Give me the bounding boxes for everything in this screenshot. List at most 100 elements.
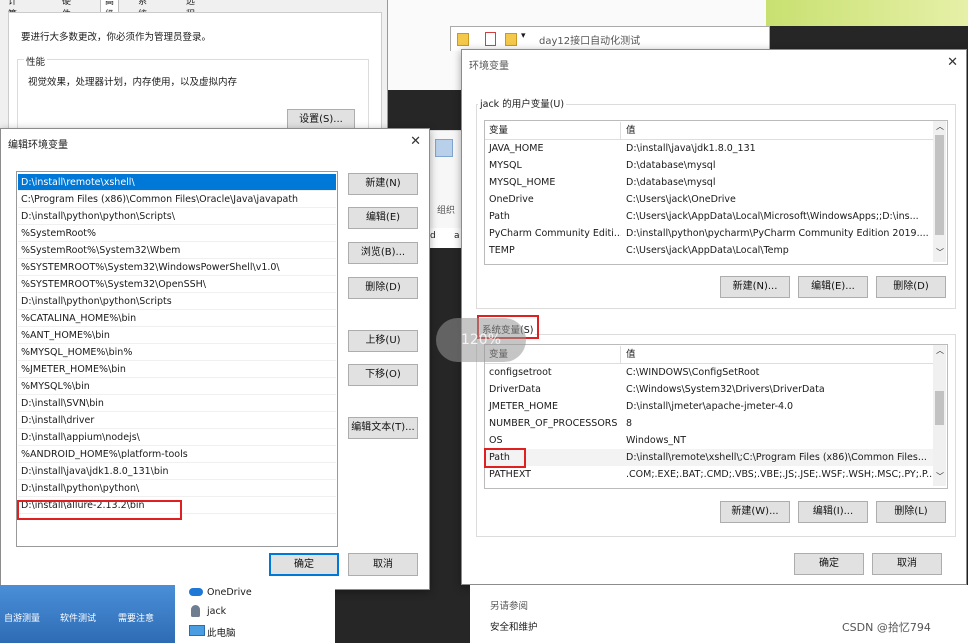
scroll-thumb[interactable]: [935, 391, 944, 425]
new-button[interactable]: 新建(N): [348, 173, 418, 195]
edit-dialog-titlebar: 编辑环境变量 ✕: [1, 129, 429, 155]
desktop-label[interactable]: 需要注意: [118, 611, 154, 624]
list-item[interactable]: C:\Program Files (x86)\Common Files\Orac…: [18, 191, 336, 208]
variable-name: JMETER_HOME: [489, 401, 558, 412]
list-item[interactable]: %JMETER_HOME%\bin: [18, 361, 336, 378]
variable-value: 8: [626, 418, 633, 429]
env-dialog-title: 环境变量: [469, 61, 509, 72]
security-maintenance-link[interactable]: 安全和维护: [490, 619, 538, 633]
list-item[interactable]: %ANDROID_HOME%\platform-tools: [18, 446, 336, 463]
list-item[interactable]: %SystemRoot%\System32\Wbem: [18, 242, 336, 259]
variable-value: C:\Users\jack\AppData\Local\Microsoft\Wi…: [626, 211, 919, 222]
new-folder-icon[interactable]: [505, 33, 517, 46]
system-vars-scrollbar[interactable]: ︿ ﹀: [933, 345, 946, 486]
desktop-label[interactable]: 软件测试: [60, 611, 96, 624]
browse-button[interactable]: 浏览(B)...: [348, 242, 418, 264]
list-item[interactable]: D:\install\SVN\bin: [18, 395, 336, 412]
dropdown-icon[interactable]: ▾: [521, 31, 526, 41]
system-new-button[interactable]: 新建(W)...: [720, 501, 790, 523]
nav-item-jack[interactable]: jack: [207, 606, 226, 617]
close-icon[interactable]: ✕: [410, 134, 421, 149]
move-up-button[interactable]: 上移(U): [348, 330, 418, 352]
path-entries-list: D:\install\remote\xshell\ C:\Program Fil…: [16, 171, 338, 547]
user-vars-scrollbar[interactable]: ︿ ﹀: [933, 121, 946, 262]
watermark: CSDN @拾忆794: [842, 621, 931, 634]
variable-name: JAVA_HOME: [489, 143, 544, 154]
variable-name: MYSQL_HOME: [489, 177, 556, 188]
scroll-down-icon[interactable]: ﹀: [936, 471, 944, 482]
table-row[interactable]: MYSQL D:\database\mysql: [485, 157, 933, 174]
onedrive-icon: [189, 588, 203, 596]
scroll-down-icon[interactable]: ﹀: [936, 247, 944, 258]
table-row[interactable]: PATHEXT .COM;.EXE;.BAT;.CMD;.VBS;.VBE;.J…: [485, 466, 933, 483]
edit-dialog-title: 编辑环境变量: [8, 140, 68, 151]
list-item[interactable]: D:\install\python\python\Scripts\: [18, 208, 336, 225]
nav-item-onedrive[interactable]: OneDrive: [207, 587, 252, 598]
user-delete-button[interactable]: 删除(D): [876, 276, 946, 298]
close-icon[interactable]: ✕: [947, 55, 958, 70]
list-item[interactable]: %ANT_HOME%\bin: [18, 327, 336, 344]
list-item[interactable]: D:\install\driver: [18, 412, 336, 429]
desktop-label[interactable]: 自游测量: [4, 611, 40, 624]
table-row[interactable]: NUMBER_OF_PROCESSORS 8: [485, 415, 933, 432]
env-dialog-titlebar: 环境变量 ✕: [462, 50, 966, 76]
list-item[interactable]: %MYSQL_HOME%\bin%: [18, 344, 336, 361]
env-cancel-button[interactable]: 取消: [872, 553, 942, 575]
table-row[interactable]: TEMP C:\Users\jack\AppData\Local\Temp: [485, 242, 933, 259]
system-edit-button[interactable]: 编辑(I)...: [798, 501, 868, 523]
table-row[interactable]: OneDrive C:\Users\jack\OneDrive: [485, 191, 933, 208]
performance-group-label: 性能: [24, 54, 48, 68]
list-item[interactable]: D:\install\java\jdk1.8.0_131\bin: [18, 463, 336, 480]
scroll-up-icon[interactable]: ︿: [936, 345, 944, 356]
system-delete-button[interactable]: 删除(L): [876, 501, 946, 523]
cancel-button[interactable]: 取消: [348, 553, 418, 576]
list-item[interactable]: D:\install\appium\nodejs\: [18, 429, 336, 446]
highlight-new-entry: [17, 500, 182, 520]
table-row[interactable]: DriverData C:\Windows\System32\Drivers\D…: [485, 381, 933, 398]
table-row[interactable]: MYSQL_HOME D:\database\mysql: [485, 174, 933, 191]
list-item[interactable]: D:\install\python\python\Scripts: [18, 293, 336, 310]
table-row[interactable]: Path D:\install\remote\xshell\;C:\Progra…: [485, 449, 933, 466]
edit-env-variable-dialog: 编辑环境变量 ✕ D:\install\remote\xshell\ C:\Pr…: [0, 128, 430, 590]
variable-value: C:\Users\jack\OneDrive: [626, 194, 736, 205]
variable-name: NUMBER_OF_PROCESSORS: [489, 418, 618, 429]
column-header-variable[interactable]: 变量: [485, 122, 621, 139]
properties-icon[interactable]: [485, 32, 496, 46]
table-row[interactable]: JMETER_HOME D:\install\jmeter\apache-jme…: [485, 398, 933, 415]
user-new-button[interactable]: 新建(N)...: [720, 276, 790, 298]
user-icon: [191, 605, 200, 617]
table-row[interactable]: PyCharm Community Editi... D:\install\py…: [485, 225, 933, 242]
env-ok-button[interactable]: 确定: [794, 553, 864, 575]
table-row[interactable]: JAVA_HOME D:\install\java\jdk1.8.0_131: [485, 140, 933, 157]
column-header-value[interactable]: 值: [622, 346, 922, 363]
list-item[interactable]: %SystemRoot%: [18, 225, 336, 242]
variable-name: OneDrive: [489, 194, 534, 205]
user-edit-button[interactable]: 编辑(E)...: [798, 276, 868, 298]
variable-value: D:\install\remote\xshell\;C:\Program Fil…: [626, 452, 927, 463]
list-item[interactable]: %CATALINA_HOME%\bin: [18, 310, 336, 327]
desktop-bottom-strip: 自游测量 软件测试 需要注意: [0, 585, 175, 643]
edit-text-button[interactable]: 编辑文本(T)...: [348, 417, 418, 439]
list-item[interactable]: D:\install\python\python\: [18, 480, 336, 497]
move-down-button[interactable]: 下移(O): [348, 364, 418, 386]
list-item[interactable]: %MYSQL%\bin: [18, 378, 336, 395]
column-header-value[interactable]: 值: [622, 122, 922, 139]
table-row[interactable]: OS Windows_NT: [485, 432, 933, 449]
scroll-up-icon[interactable]: ︿: [936, 121, 944, 132]
edit-button[interactable]: 编辑(E): [348, 207, 418, 229]
variable-value: Windows_NT: [626, 435, 687, 446]
variable-value: C:\Users\jack\AppData\Local\Temp: [626, 245, 789, 256]
path-fragment-d: d: [430, 231, 436, 241]
list-item[interactable]: %SYSTEMROOT%\System32\WindowsPowerShell\…: [18, 259, 336, 276]
nav-item-this-pc[interactable]: 此电脑: [207, 625, 236, 639]
delete-button[interactable]: 删除(D): [348, 277, 418, 299]
user-variables-table: 变量 值 JAVA_HOME D:\install\java\jdk1.8.0_…: [484, 120, 948, 265]
list-item[interactable]: D:\install\remote\xshell\: [18, 174, 336, 191]
ok-button[interactable]: 确定: [269, 553, 339, 576]
variable-value: .COM;.EXE;.BAT;.CMD;.VBS;.VBE;.JS;.JSE;.…: [626, 469, 932, 480]
table-row[interactable]: Path C:\Users\jack\AppData\Local\Microso…: [485, 208, 933, 225]
scroll-thumb[interactable]: [935, 135, 944, 235]
table-row[interactable]: configsetroot C:\WINDOWS\ConfigSetRoot: [485, 364, 933, 381]
variable-value: C:\WINDOWS\ConfigSetRoot: [626, 367, 760, 378]
list-item[interactable]: %SYSTEMROOT%\System32\OpenSSH\: [18, 276, 336, 293]
